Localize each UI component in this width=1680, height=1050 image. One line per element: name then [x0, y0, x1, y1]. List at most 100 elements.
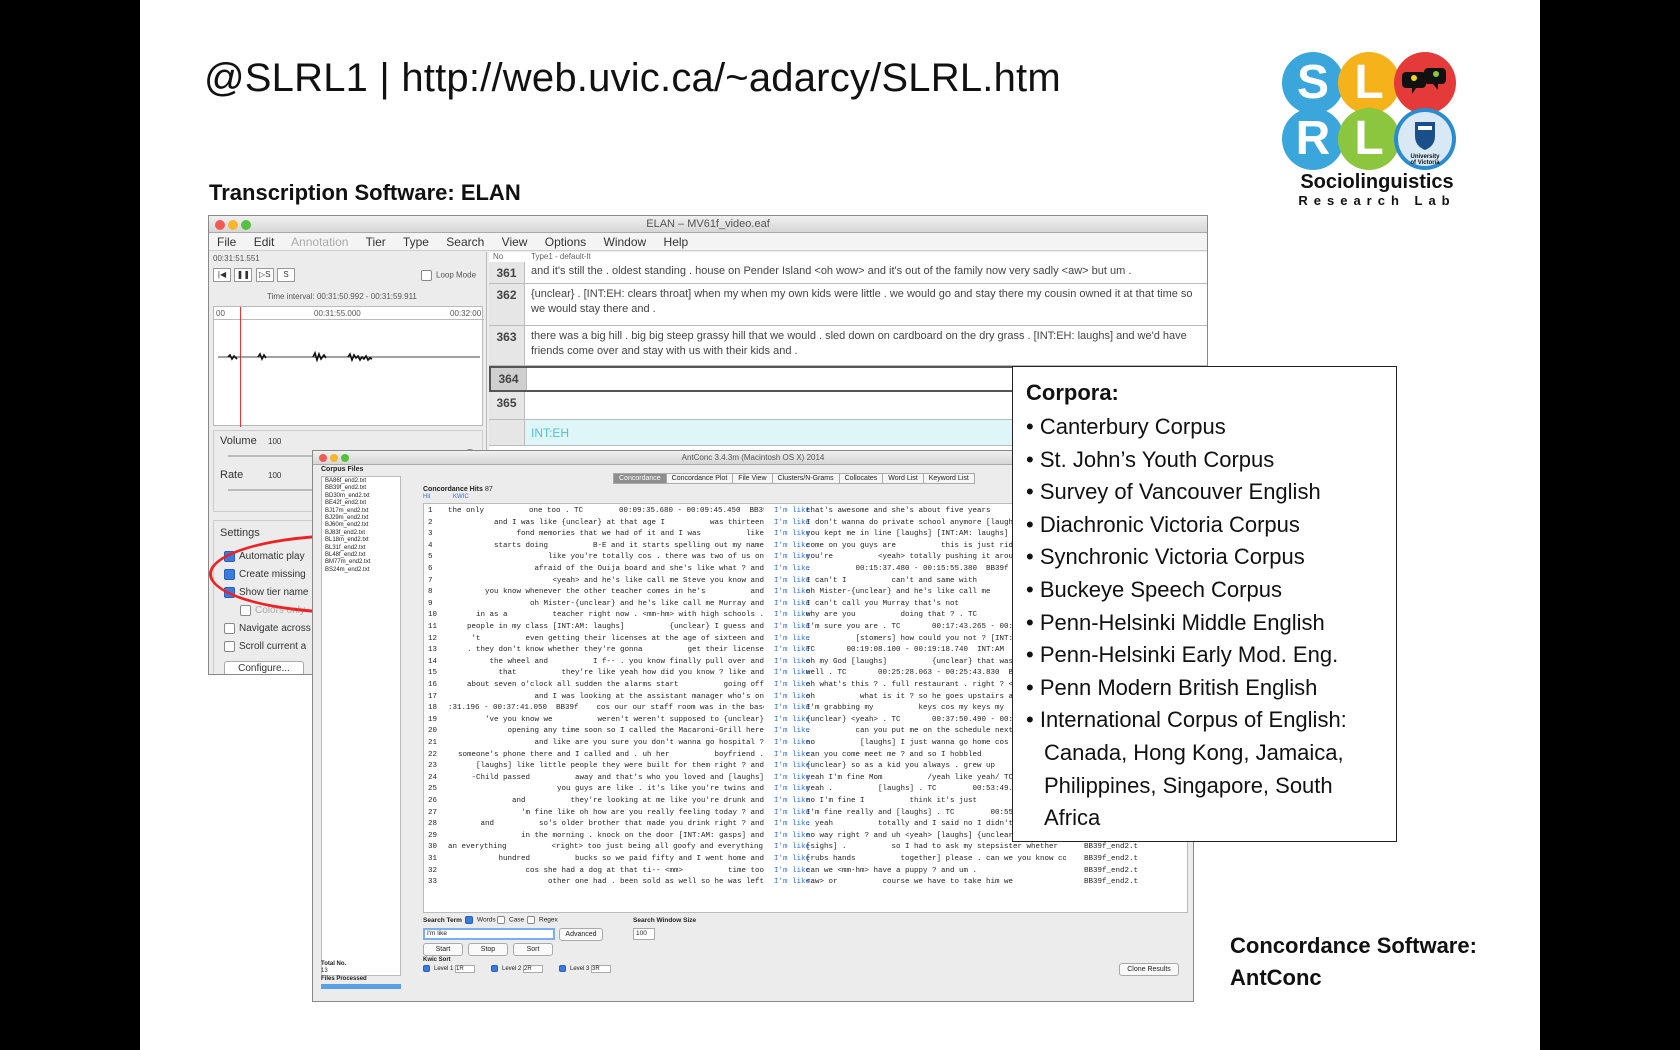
kwic-row[interactable]: 31 hundred bucks so we paid fifty and I w… — [424, 854, 1189, 866]
file-list-item[interactable]: BE42f_end2.txt — [325, 500, 397, 507]
kwic-number: 7 — [428, 576, 433, 585]
minimize-icon[interactable] — [228, 220, 238, 230]
playhead[interactable] — [240, 307, 241, 427]
level-checkbox[interactable] — [559, 965, 566, 972]
col-kwic-header: KWIC — [453, 494, 469, 500]
selection-mode-icon[interactable]: S — [277, 268, 296, 282]
table-row[interactable]: 361 and it's still the . oldest standing… — [489, 262, 1207, 284]
minimize-icon[interactable] — [330, 454, 338, 462]
configure-button[interactable]: Configure... — [224, 661, 304, 674]
menu-help[interactable]: Help — [664, 235, 689, 249]
kwic-row[interactable]: 30 an everything <right> too just being a… — [424, 842, 1189, 854]
level-value[interactable]: 3R — [591, 965, 612, 974]
case-checkbox[interactable] — [497, 916, 505, 924]
file-list-item[interactable]: BD30m_end2.txt — [325, 493, 397, 500]
tab-clusters-n-grams[interactable]: Clusters/N-Grams — [771, 473, 840, 484]
file-list-item[interactable]: BS24m_end2.txt — [325, 567, 397, 574]
setting-scroll-current[interactable]: Scroll current a — [224, 641, 306, 652]
window-controls[interactable] — [319, 453, 352, 467]
row-text[interactable]: and it's still the . oldest standing . h… — [531, 264, 1201, 279]
table-row[interactable]: 363 there was a big hill . big big steep… — [489, 326, 1207, 366]
file-list-item[interactable]: BA86f_end2.txt — [325, 478, 397, 485]
words-option[interactable]: Words — [465, 916, 496, 924]
row-text[interactable]: there was a big hill . big big steep gra… — [531, 329, 1201, 359]
tab-word-list[interactable]: Word List — [882, 473, 924, 484]
level-checkbox[interactable] — [423, 965, 430, 972]
kwic-number: 19 — [428, 715, 438, 724]
close-icon[interactable] — [215, 220, 225, 230]
level-value[interactable]: 1R — [455, 965, 476, 974]
slrl-logo: S L R L University of Victoria Socioling… — [1282, 52, 1512, 212]
tab-collocates[interactable]: Collocates — [838, 473, 884, 484]
file-list-item[interactable]: BL48f_end2.txt — [325, 552, 397, 559]
setting-checkbox[interactable] — [224, 623, 235, 634]
close-icon[interactable] — [319, 454, 327, 462]
kwic-level-3[interactable]: Level 3 3R — [559, 965, 612, 974]
setting-checkbox[interactable] — [240, 605, 251, 616]
loop-mode[interactable]: Loop Mode — [421, 270, 476, 281]
clone-results-button[interactable]: Clone Results — [1119, 963, 1179, 976]
menu-window[interactable]: Window — [604, 235, 647, 249]
corpus-files-list[interactable]: BA86f_end2.txt BB39f_end2.txt BD30m_end2.t… — [321, 476, 401, 976]
file-list-item[interactable]: BB39f_end2.txt — [325, 485, 397, 492]
zoom-icon[interactable] — [241, 220, 251, 230]
row-text[interactable]: {unclear} . [INT:EH: clears throat] when… — [531, 287, 1201, 317]
menu-view[interactable]: View — [502, 235, 528, 249]
setting-navigate-across[interactable]: Navigate across — [224, 623, 311, 634]
search-term-input[interactable]: I'm like — [423, 928, 555, 940]
regex-option[interactable]: Regex — [527, 916, 558, 924]
tab-keyword-list[interactable]: Keyword List — [922, 473, 975, 484]
kwic-file[interactable]: BB39f_end2.t — [1084, 854, 1144, 866]
start-button[interactable]: Start — [423, 943, 463, 956]
advanced-button[interactable]: Advanced — [559, 928, 603, 941]
zoom-icon[interactable] — [341, 454, 349, 462]
setting-checkbox[interactable] — [224, 641, 235, 652]
kwic-row[interactable]: 32 cos she had a dog at that ti-- <mm> ti… — [424, 866, 1189, 878]
tab-concordance-plot[interactable]: Concordance Plot — [665, 473, 734, 484]
step-back-icon[interactable]: |◀ — [213, 268, 231, 282]
tab-file-view[interactable]: File View — [732, 473, 773, 484]
play-selection-icon[interactable]: ▷S — [255, 268, 274, 282]
file-list-item[interactable]: BL18m_end2.txt — [325, 537, 397, 544]
file-list-item[interactable]: BJ17m_end2.txt — [325, 508, 397, 515]
window-size-input[interactable]: 100 — [633, 928, 655, 940]
file-list-item[interactable]: BJ29m_end2.txt — [325, 515, 397, 522]
table-row[interactable]: 362 {unclear} . [INT:EH: clears throat] … — [489, 284, 1207, 326]
kwic-left-context: the wheel and I f-- . you know finally p… — [489, 657, 764, 666]
kwic-level-2[interactable]: Level 2 2R — [491, 965, 544, 974]
menu-options[interactable]: Options — [545, 235, 586, 249]
level-label: Level 1 — [434, 966, 454, 973]
menu-tier[interactable]: Tier — [366, 235, 386, 249]
kwic-level-1[interactable]: Level 1 1R — [423, 965, 476, 974]
file-list-item[interactable]: BJ83f_end2.txt — [325, 530, 397, 537]
stop-button[interactable]: Stop — [468, 943, 508, 956]
menu-annotation[interactable]: Annotation — [291, 235, 348, 249]
file-list-item[interactable]: BL31f_end2.txt — [325, 545, 397, 552]
file-list-item[interactable]: BM77m_end2.txt — [325, 559, 397, 566]
kwic-left-context: oh Mister-{unclear} and he's like call m… — [529, 599, 764, 608]
words-checkbox[interactable] — [465, 916, 473, 924]
regex-checkbox[interactable] — [527, 916, 535, 924]
tab-concordance[interactable]: Concordance — [613, 473, 667, 484]
case-option[interactable]: Case — [497, 916, 524, 924]
waveform-viewer[interactable]: 00 00:31:55.000 00:32:00 — [213, 306, 484, 427]
level-checkbox[interactable] — [491, 965, 498, 972]
file-list-item[interactable]: BJ60m_end2.txt — [325, 522, 397, 529]
sort-button[interactable]: Sort — [513, 943, 553, 956]
menu-search[interactable]: Search — [446, 235, 484, 249]
loop-mode-checkbox[interactable] — [421, 270, 432, 281]
window-controls[interactable] — [215, 219, 254, 236]
kwic-file[interactable]: BB39f_end2.t — [1084, 866, 1144, 878]
window-size-label: Search Window Size — [633, 917, 697, 924]
kwic-file[interactable]: BB39f_end2.t — [1084, 877, 1144, 889]
list-item: Penn-Helsinki Early Mod. Eng. — [1026, 639, 1384, 672]
kwic-number: 30 — [428, 843, 438, 852]
level-value[interactable]: 2R — [523, 965, 544, 974]
menu-type[interactable]: Type — [403, 235, 429, 249]
pause-icon[interactable]: ❚❚ — [234, 268, 253, 282]
kwic-file[interactable]: BB39f_end2.t — [1084, 842, 1144, 854]
kwic-row[interactable]: 33 other one had . been sold as well so h… — [424, 877, 1189, 889]
menu-file[interactable]: File — [217, 235, 236, 249]
menu-edit[interactable]: Edit — [254, 235, 275, 249]
hits-value: 87 — [485, 486, 493, 493]
